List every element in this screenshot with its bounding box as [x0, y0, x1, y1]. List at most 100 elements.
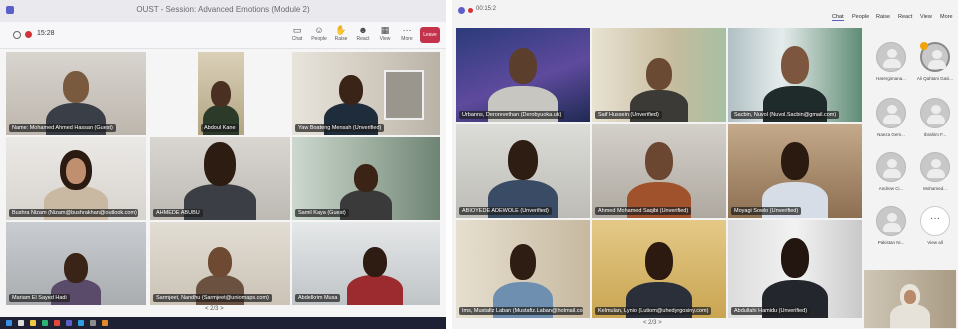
video-tile[interactable]: Bushra Nizam (Nizam@bushrakhan@outlook.c… [6, 137, 146, 220]
tab-more[interactable]: More [940, 14, 953, 20]
react-icon: ☻ [358, 25, 368, 35]
shield-icon [13, 31, 21, 39]
participant-label: Pakistan Ni... [877, 240, 905, 245]
react-button[interactable]: ☻ React [352, 25, 374, 47]
tab-view[interactable]: View [920, 14, 932, 20]
browser-icon[interactable] [42, 320, 48, 326]
participant-name: Sarmjeet, Nandhu (Sarmjeet@uniomaps.com) [153, 294, 272, 302]
page-indicator[interactable]: < 2/3 > [205, 306, 224, 312]
participant-name: Abdullahi Hamidu (Unverified) [731, 307, 811, 315]
tab-raise[interactable]: Raise [876, 14, 890, 20]
participant-name: Urbanns, Derorevethan (Derobyuoka.uk) [459, 111, 565, 119]
more-icon: ··· [402, 25, 412, 35]
photos-icon[interactable] [102, 320, 108, 326]
store-icon[interactable] [78, 320, 84, 326]
participant-name: Mariam El Sayed Hadi [9, 294, 70, 302]
video-tile[interactable]: Yaw Boateng Mensah (Unverified) [292, 52, 440, 135]
leave-button[interactable]: Leave [420, 27, 440, 43]
view-all-label: View all [927, 240, 943, 245]
chat-button[interactable]: ▭ Chat [286, 25, 308, 47]
avatar[interactable] [876, 152, 906, 182]
participant-name: Ahmed Mohamed Saqibi (Unverified) [595, 207, 692, 215]
meeting-timer: 15:28 [37, 30, 55, 37]
self-view-tile[interactable] [864, 270, 956, 328]
meeting-timer: 00:15:2 [476, 6, 497, 12]
video-tile[interactable]: Abdullahi Hamidu (Unverified) [728, 220, 862, 318]
video-tile[interactable]: Moyagi Sowlo (Unverified) [728, 124, 862, 218]
raise-button[interactable]: ✋ Raise [330, 25, 352, 47]
mail-icon[interactable] [54, 320, 60, 326]
more-icon: ··· [930, 213, 940, 224]
meeting-header: 00:15:2 Chat People Raise React View Mor… [452, 0, 958, 26]
participant-name: Yaw Boateng Mensah (Unverified) [295, 124, 385, 132]
view-icon: ▦ [380, 25, 390, 35]
view-button[interactable]: ▦ View [374, 25, 396, 47]
participant-name: Abdoul Kane [201, 124, 239, 132]
video-tile[interactable]: Samil Kaya (Guest) [292, 137, 440, 220]
participant-name: Name: Mohamed Ahmed Hassan (Guest) [9, 124, 116, 132]
participant-name: AHMEDE ABUBU [153, 209, 203, 217]
people-icon: ☺ [314, 25, 324, 35]
teams-icon[interactable] [66, 320, 72, 326]
taskbar [0, 317, 446, 329]
recording-icon [25, 31, 32, 38]
participant-name: Sacbin, Nuvol (Nuvol.Sacbin@gmail.com) [731, 111, 840, 119]
avatar[interactable] [876, 206, 906, 236]
title-bar: OUST - Session: Advanced Emotions (Modul… [0, 0, 446, 23]
participant-name: Bushra Nizam (Nizam@bushrakhan@outlook.c… [9, 209, 139, 217]
video-tile[interactable]: ABIOYEDE ADEWOLE (Unverified) [456, 124, 590, 218]
participant-name: Abdelkrim Musa [295, 294, 341, 302]
search-icon[interactable] [18, 320, 24, 326]
participant-name: Samil Kaya (Guest) [295, 209, 349, 217]
video-tile[interactable]: Ims, Mustafiz Laban (Mustafiz.Laban@hotm… [456, 220, 590, 318]
participant-name: Kelmulan, Lynio (Lutiom@uhedyrgosiny.com… [595, 307, 712, 315]
more-button[interactable]: ··· More [396, 25, 418, 47]
participant-name: Moyagi Sowlo (Unverified) [731, 207, 802, 215]
video-tile[interactable]: Name: Mohamed Ahmed Hassan (Guest) [6, 52, 146, 135]
video-tile[interactable]: Ahmed Mohamed Saqibi (Unverified) [592, 124, 726, 218]
tab-chat[interactable]: Chat [832, 14, 844, 21]
video-tile[interactable]: AHMEDE ABUBU [150, 137, 290, 220]
participant-label: Harergimana... [876, 76, 906, 81]
tab-react[interactable]: React [898, 14, 912, 20]
page-indicator[interactable]: < 2/3 > [643, 320, 662, 326]
video-tile[interactable]: Kelmulan, Lynio (Lutiom@uhedyrgosiny.com… [592, 220, 726, 318]
participant-label: Ibrahim F... [923, 132, 947, 137]
view-all-button[interactable]: ··· [920, 206, 950, 236]
people-button[interactable]: ☺ People [308, 25, 330, 47]
video-tile[interactable]: Mariam El Sayed Hadi [6, 222, 146, 305]
avatar[interactable] [876, 42, 906, 72]
recording-icon [468, 8, 473, 13]
participant-label: Andrew Ci... [878, 186, 904, 191]
meeting-toolbar: 15:28 ▭ Chat ☺ People ✋ Raise ☻ React ▦ View … [0, 22, 446, 49]
video-grid: Urbanns, Derorevethan (Derobyuoka.uk) Sa… [456, 28, 862, 329]
files-icon[interactable] [30, 320, 36, 326]
tab-people[interactable]: People [852, 14, 869, 20]
notification-badge [920, 42, 928, 50]
start-icon[interactable] [6, 320, 12, 326]
right-meeting-window: 00:15:2 Chat People Raise React View Mor… [452, 0, 958, 329]
participant-name: Ims, Mustafiz Laban (Mustafiz.Laban@hotm… [459, 307, 583, 315]
video-tile[interactable]: Sacbin, Nuvol (Nuvol.Sacbin@gmail.com) [728, 28, 862, 122]
participant-label: Mohamed... [923, 186, 947, 191]
participant-label: Naeza Gem... [877, 132, 905, 137]
avatar[interactable] [920, 152, 950, 182]
participant-name: ABIOYEDE ADEWOLE (Unverified) [459, 207, 552, 215]
avatar[interactable] [920, 98, 950, 128]
participant-name: Saif Hussein (Unverified) [595, 111, 662, 119]
participant-label: Ali Qahtani Gasi... [916, 76, 954, 81]
teams-app-icon [458, 7, 465, 14]
video-tile[interactable]: Saif Hussein (Unverified) [592, 28, 726, 122]
participant-sidebar: Harergimana... Ali Qahtani Gasi... Naeza… [862, 28, 958, 329]
avatar[interactable] [876, 98, 906, 128]
video-grid: Name: Mohamed Ahmed Hassan (Guest) Abdou… [4, 50, 442, 312]
raise-hand-icon: ✋ [335, 25, 347, 35]
chat-icon: ▭ [292, 25, 302, 35]
window-title: OUST - Session: Advanced Emotions (Modul… [136, 5, 310, 14]
video-tile[interactable]: Sarmjeet, Nandhu (Sarmjeet@uniomaps.com) [150, 222, 290, 305]
left-meeting-window: OUST - Session: Advanced Emotions (Modul… [0, 0, 446, 329]
video-tile[interactable]: Abdelkrim Musa [292, 222, 440, 305]
video-tile[interactable]: Urbanns, Derorevethan (Derobyuoka.uk) [456, 28, 590, 122]
video-tile[interactable]: Abdoul Kane [198, 52, 244, 135]
settings-icon[interactable] [90, 320, 96, 326]
